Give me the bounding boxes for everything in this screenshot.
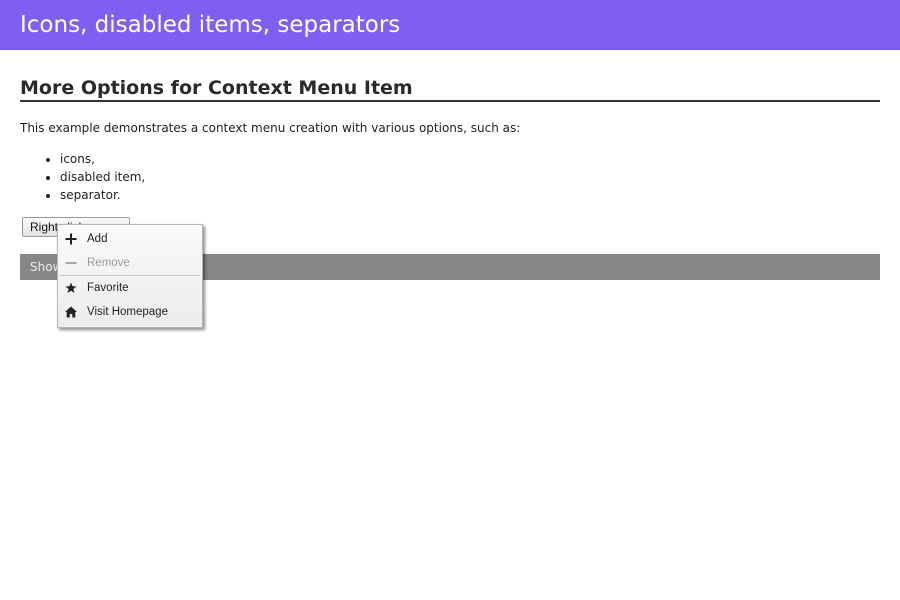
- list-item: separator.: [60, 186, 880, 204]
- plus-icon: [65, 233, 77, 245]
- header-bar: Icons, disabled items, separators: [0, 0, 900, 50]
- context-menu-item-remove: Remove: [58, 251, 202, 275]
- home-icon: [65, 306, 77, 318]
- context-menu-item-label: Add: [87, 233, 108, 245]
- options-list: icons, disabled item, separator.: [20, 150, 880, 204]
- context-menu-item-label: Remove: [87, 257, 130, 269]
- page-title: Icons, disabled items, separators: [20, 12, 401, 38]
- list-item: icons,: [60, 150, 880, 168]
- context-menu-item-favorite[interactable]: Favorite: [58, 276, 202, 300]
- context-menu-item-label: Favorite: [87, 282, 129, 294]
- context-menu-item-visit-homepage[interactable]: Visit Homepage: [58, 300, 202, 324]
- context-menu: Add Remove Favorite Visit Homepage: [57, 224, 203, 328]
- main-content: More Options for Context Menu Item This …: [20, 50, 880, 280]
- context-menu-item-add[interactable]: Add: [58, 227, 202, 251]
- minus-icon: [65, 262, 77, 264]
- list-item: disabled item,: [60, 168, 880, 186]
- section-title: More Options for Context Menu Item: [20, 76, 880, 102]
- star-icon: [65, 282, 77, 293]
- context-menu-item-label: Visit Homepage: [87, 306, 168, 318]
- description-text: This example demonstrates a context menu…: [20, 121, 521, 135]
